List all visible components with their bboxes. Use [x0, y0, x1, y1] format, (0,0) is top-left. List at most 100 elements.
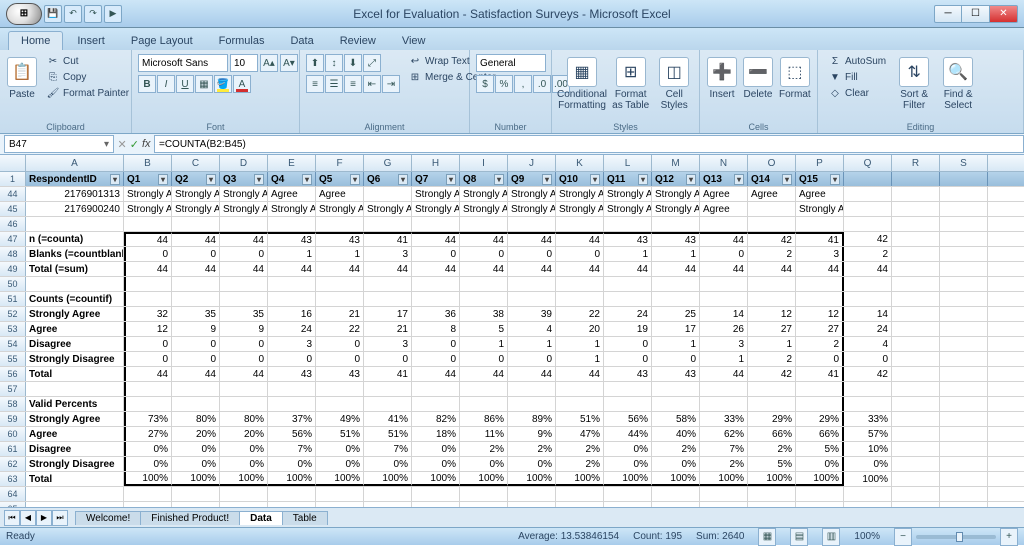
cell[interactable]: 44 — [172, 262, 220, 276]
cell[interactable]: 44 — [556, 232, 604, 246]
cell[interactable]: 56% — [604, 412, 652, 426]
cell[interactable] — [508, 217, 556, 231]
cell[interactable]: 44 — [412, 262, 460, 276]
cell[interactable] — [124, 397, 172, 411]
cell[interactable]: 1 — [316, 247, 364, 261]
cell[interactable]: 44 — [220, 367, 268, 381]
cell[interactable]: RespondentID▾ — [26, 172, 124, 186]
cell[interactable] — [652, 217, 700, 231]
cell[interactable] — [700, 487, 748, 501]
cell[interactable]: Strongly A — [316, 202, 364, 216]
cell[interactable] — [604, 502, 652, 507]
cell[interactable]: 100% — [508, 472, 556, 486]
filter-dropdown-icon[interactable]: ▾ — [590, 174, 600, 185]
filter-dropdown-icon[interactable]: ▾ — [254, 174, 264, 185]
cell[interactable]: 0 — [268, 352, 316, 366]
zoom-out-button[interactable]: − — [894, 528, 912, 546]
cell[interactable]: Strongly A — [604, 187, 652, 201]
cell[interactable]: 0 — [124, 337, 172, 351]
tab-home[interactable]: Home — [8, 31, 63, 50]
cell[interactable] — [796, 292, 844, 306]
tab-data[interactable]: Data — [278, 32, 325, 50]
sheet-tab-table[interactable]: Table — [282, 511, 328, 525]
cell[interactable]: 9 — [172, 322, 220, 336]
cell[interactable] — [412, 487, 460, 501]
comma-button[interactable]: , — [514, 75, 532, 93]
cell[interactable] — [940, 382, 988, 396]
cell[interactable]: 1 — [748, 337, 796, 351]
filter-dropdown-icon[interactable]: ▾ — [302, 174, 312, 185]
column-header-C[interactable]: C — [172, 155, 220, 171]
cell[interactable] — [26, 277, 124, 291]
cell[interactable]: Agree — [796, 187, 844, 201]
cell[interactable] — [796, 382, 844, 396]
cell[interactable]: 12 — [796, 307, 844, 321]
cell[interactable] — [412, 292, 460, 306]
column-header-A[interactable]: A — [26, 155, 124, 171]
tab-review[interactable]: Review — [328, 32, 388, 50]
cell[interactable]: 0 — [124, 352, 172, 366]
conditional-formatting-button[interactable]: ▦Conditional Formatting — [558, 54, 606, 116]
cell[interactable]: 32 — [124, 307, 172, 321]
font-size-select[interactable]: 10 — [230, 54, 258, 72]
cell[interactable] — [172, 217, 220, 231]
cell[interactable]: 100% — [364, 472, 412, 486]
cell[interactable]: 41 — [364, 232, 412, 246]
percent-button[interactable]: % — [495, 75, 513, 93]
cell[interactable] — [940, 337, 988, 351]
cell[interactable]: 0 — [220, 247, 268, 261]
cell[interactable] — [268, 382, 316, 396]
cell[interactable]: 44 — [748, 262, 796, 276]
cell[interactable]: 44 — [556, 262, 604, 276]
bold-button[interactable]: B — [138, 75, 156, 93]
cell[interactable] — [844, 187, 892, 201]
column-header-N[interactable]: N — [700, 155, 748, 171]
cell[interactable]: 11% — [460, 427, 508, 441]
cell[interactable] — [652, 487, 700, 501]
copy-button[interactable]: ⎘Copy — [42, 70, 133, 85]
cell[interactable] — [892, 487, 940, 501]
cell[interactable] — [316, 502, 364, 507]
cell[interactable] — [316, 217, 364, 231]
cell[interactable] — [316, 292, 364, 306]
cell[interactable]: 44 — [604, 262, 652, 276]
cell[interactable]: 10% — [844, 442, 892, 456]
border-button[interactable]: ▦ — [195, 75, 213, 93]
cell[interactable] — [940, 442, 988, 456]
format-cells-button[interactable]: ⬚Format — [778, 54, 812, 116]
cell[interactable] — [892, 442, 940, 456]
cell[interactable]: 7% — [700, 442, 748, 456]
cell[interactable]: 42 — [844, 367, 892, 381]
cell[interactable] — [652, 502, 700, 507]
cell[interactable]: 38 — [460, 307, 508, 321]
cell[interactable]: 44 — [844, 262, 892, 276]
cell[interactable]: Valid Percents — [26, 397, 124, 411]
cell[interactable] — [940, 262, 988, 276]
cell[interactable]: 0% — [604, 442, 652, 456]
cell[interactable] — [940, 217, 988, 231]
cell[interactable]: Counts (=countif) — [26, 292, 124, 306]
format-as-table-button[interactable]: ⊞Format as Table — [610, 54, 651, 116]
cell[interactable] — [700, 382, 748, 396]
cell[interactable] — [364, 217, 412, 231]
cell[interactable] — [268, 292, 316, 306]
cell[interactable] — [940, 232, 988, 246]
cell[interactable]: 58% — [652, 412, 700, 426]
cell[interactable]: 44 — [508, 367, 556, 381]
cell[interactable]: 5% — [748, 457, 796, 471]
cell[interactable] — [796, 397, 844, 411]
cell[interactable]: 5% — [796, 442, 844, 456]
cell[interactable]: 22 — [556, 307, 604, 321]
row-header[interactable]: 59 — [0, 412, 26, 426]
cell[interactable] — [796, 487, 844, 501]
cell[interactable] — [124, 502, 172, 507]
cell[interactable]: 100% — [316, 472, 364, 486]
cell[interactable] — [556, 382, 604, 396]
cell[interactable]: Strongly A — [460, 202, 508, 216]
row-header[interactable]: 64 — [0, 487, 26, 501]
zoom-slider[interactable] — [916, 535, 996, 539]
cell[interactable]: Disagree — [26, 337, 124, 351]
cell[interactable]: 44 — [412, 232, 460, 246]
cell[interactable]: Q12▾ — [652, 172, 700, 186]
cell[interactable]: 43 — [604, 232, 652, 246]
